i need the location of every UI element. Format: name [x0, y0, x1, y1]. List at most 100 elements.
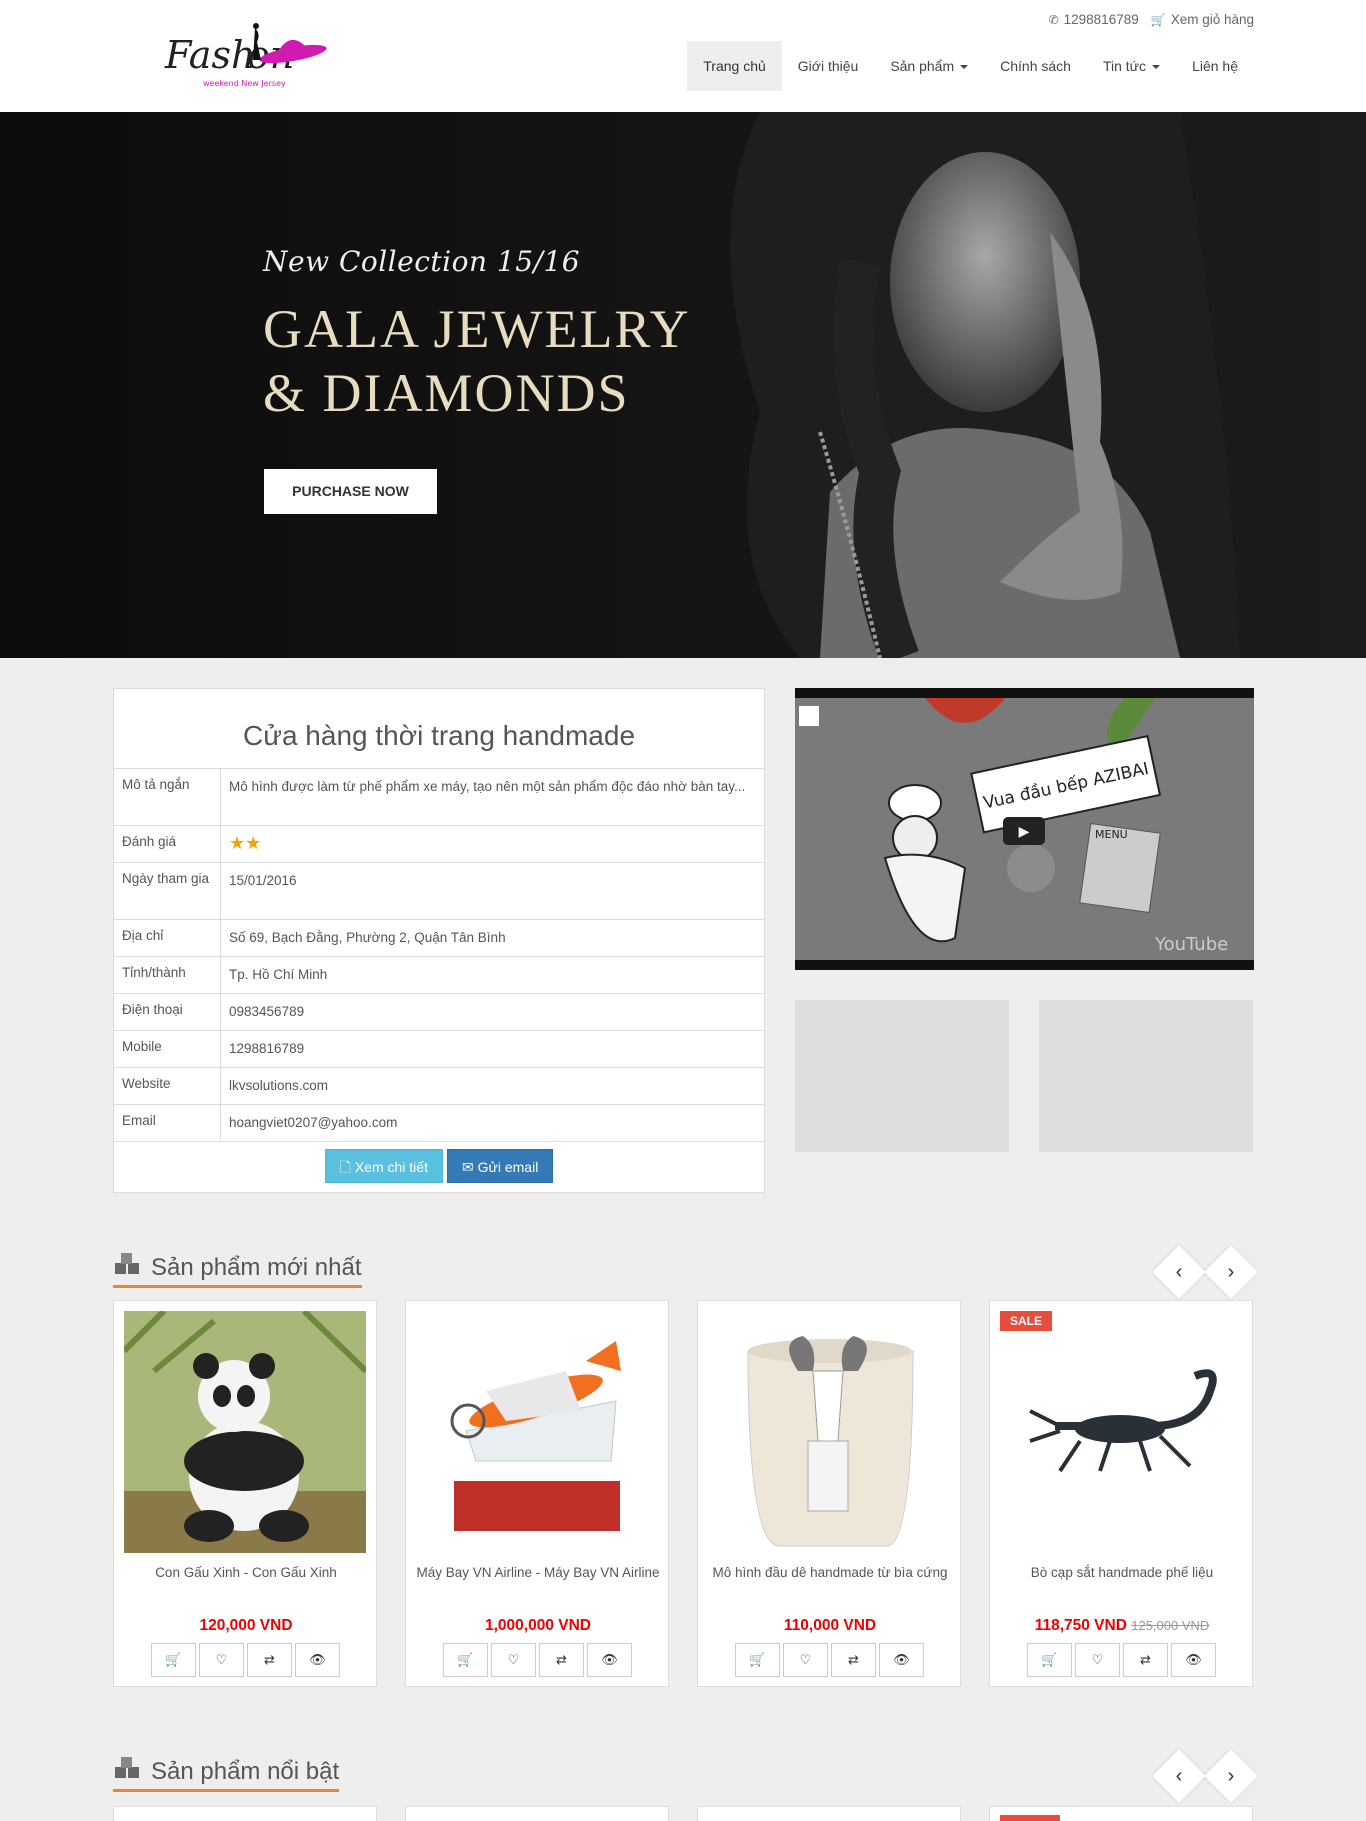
info-row: Mô tả ngắn Mô hình được làm từ phế phẩm x… [114, 769, 764, 826]
svg-text:Fash: Fash [164, 33, 255, 77]
compare-button[interactable]: ⇄ [247, 1643, 292, 1677]
old-price: 125,000 VND [1131, 1618, 1210, 1633]
chevron-left-icon: ‹ [1175, 1765, 1183, 1787]
product-image[interactable] [416, 1311, 658, 1553]
compare-button[interactable]: ⇄ [831, 1643, 876, 1677]
product-card[interactable] [113, 1806, 377, 1821]
email-link[interactable]: hoangviet0207@yahoo.com [221, 1105, 764, 1141]
cubes-icon [113, 1252, 143, 1283]
product-actions: 🛒 ♡ ⇄ 👁 [443, 1643, 632, 1677]
fashion-logo[interactable]: Fash on weekend New Jersey [163, 20, 333, 92]
cubes-icon [113, 1756, 143, 1787]
add-to-cart-button[interactable]: 🛒 [1027, 1643, 1072, 1677]
section-title-new: Sản phẩm mới nhất [113, 1252, 362, 1288]
product-card[interactable] [697, 1806, 961, 1821]
gallery-thumb[interactable] [1039, 1000, 1253, 1152]
shop-info-panel: Cửa hàng thời trang handmade Mô tả ngắn M… [113, 688, 765, 1193]
quick-view-button[interactable]: 👁 [879, 1643, 924, 1677]
info-row: Điện thoại 0983456789 [114, 994, 764, 1031]
product-image[interactable] [124, 1311, 366, 1553]
carousel-nav-featured: ‹ › [1152, 1749, 1258, 1803]
phone-icon: ✆ [1048, 13, 1059, 27]
shop-actions: 🗋 Xem chi tiết ✉ Gửi email [114, 1142, 764, 1183]
nav-about[interactable]: Giới thiệu [782, 41, 875, 91]
product-name[interactable]: Bò cạp sắt handmade phế liệu [1000, 1563, 1244, 1583]
section-title-featured: Sản phẩm nổi bật [113, 1756, 340, 1792]
compare-button[interactable]: ⇄ [1123, 1643, 1168, 1677]
video-player[interactable]: Vua đầu bếp AZIBAI MENU YouTube ▶ [795, 688, 1254, 970]
wishlist-button[interactable]: ♡ [491, 1643, 536, 1677]
product-card[interactable]: Máy Bay VN Airline - Máy Bay VN Airline … [405, 1300, 669, 1687]
caret-down-icon [1152, 65, 1161, 70]
wishlist-button[interactable]: ♡ [783, 1643, 828, 1677]
product-card[interactable]: Mô hình đầu dê handmade từ bìa cứng 110,… [697, 1300, 961, 1687]
chevron-right-icon: › [1227, 1765, 1235, 1787]
info-row: Địa chỉ Số 69, Bạch Đằng, Phường 2, Quận … [114, 920, 764, 957]
product-image[interactable] [708, 1311, 950, 1553]
next-button[interactable]: › [1204, 1749, 1258, 1803]
chevron-left-icon: ‹ [1175, 1261, 1183, 1283]
send-email-button[interactable]: ✉ Gửi email [446, 1149, 554, 1183]
top-bar: ✆ 1298816789 🛒 Xem giỏ hàng [1049, 12, 1254, 27]
purchase-now-button[interactable]: PURCHASE NOW [264, 469, 437, 514]
next-button[interactable]: › [1204, 1245, 1258, 1299]
info-row: Website lkvsolutions.com [114, 1068, 764, 1105]
product-card[interactable] [989, 1806, 1253, 1821]
info-row: Email hoangviet0207@yahoo.com [114, 1105, 764, 1142]
info-row: Mobile 1298816789 [114, 1031, 764, 1068]
prev-button[interactable]: ‹ [1152, 1749, 1206, 1803]
prev-button[interactable]: ‹ [1152, 1245, 1206, 1299]
info-row: Ngày tham gia 15/01/2016 [114, 863, 764, 920]
info-row: Tỉnh/thành Tp. Hồ Chí Minh [114, 957, 764, 994]
product-price: 120,000 VND [199, 1617, 293, 1634]
view-detail-button[interactable]: 🗋 Xem chi tiết [324, 1149, 443, 1183]
add-to-cart-button[interactable]: 🛒 [735, 1643, 780, 1677]
hero-subtitle: New Collection 15/16 [263, 245, 581, 278]
product-card[interactable]: Con Gấu Xinh - Con Gấu Xinh 120,000 VND … [113, 1300, 377, 1687]
nav-contact[interactable]: Liên hệ [1176, 41, 1254, 91]
compare-button[interactable]: ⇄ [539, 1643, 584, 1677]
product-card[interactable]: SALE Bò cạp sắt handmade phế liệu 118,75… [989, 1300, 1253, 1687]
product-actions: 🛒 ♡ ⇄ 👁 [735, 1643, 924, 1677]
wishlist-button[interactable]: ♡ [199, 1643, 244, 1677]
product-name[interactable]: Con Gấu Xinh - Con Gấu Xinh [124, 1563, 368, 1583]
website-link[interactable]: lkvsolutions.com [221, 1068, 764, 1104]
product-image[interactable] [1000, 1311, 1242, 1553]
product-price: 1,000,000 VND [485, 1617, 591, 1634]
product-card[interactable] [405, 1806, 669, 1821]
hero-title: GALA JEWELRY & DIAMONDS [263, 299, 691, 423]
svg-text:YouTube: YouTube [1154, 934, 1228, 955]
nav-products[interactable]: Sản phẩm [874, 41, 984, 91]
product-actions: 🛒 ♡ ⇄ 👁 [1027, 1643, 1216, 1677]
add-to-cart-button[interactable]: 🛒 [151, 1643, 196, 1677]
shop-title: Cửa hàng thời trang handmade [114, 689, 764, 769]
product-name[interactable]: Máy Bay VN Airline - Máy Bay VN Airline [416, 1563, 660, 1583]
nav-home[interactable]: Trang chủ [687, 41, 782, 91]
quick-view-button[interactable]: 👁 [295, 1643, 340, 1677]
sale-badge: SALE [1000, 1311, 1053, 1331]
product-price: 118,750 VND 125,000 VND [1034, 1617, 1210, 1634]
caret-down-icon [960, 65, 969, 70]
product-name[interactable]: Mô hình đầu dê handmade từ bìa cứng [708, 1563, 952, 1583]
add-to-cart-button[interactable]: 🛒 [443, 1643, 488, 1677]
gallery-thumb[interactable] [795, 1000, 1009, 1152]
sale-badge [1000, 1815, 1060, 1821]
nav-news[interactable]: Tin tức [1087, 41, 1176, 91]
cart-icon: 🛒 [1150, 13, 1166, 27]
svg-text:MENU: MENU [1095, 828, 1128, 841]
carousel-nav-new: ‹ › [1152, 1245, 1258, 1299]
chevron-right-icon: › [1227, 1261, 1235, 1283]
quick-view-button[interactable]: 👁 [587, 1643, 632, 1677]
phone-link[interactable]: ✆ 1298816789 [1049, 12, 1139, 27]
play-icon[interactable]: ▶ [1003, 817, 1045, 845]
main-nav: Trang chủ Giới thiệu Sản phẩm Chính sách… [687, 41, 1254, 91]
cart-link[interactable]: 🛒 Xem giỏ hàng [1151, 12, 1254, 27]
product-price: 110,000 VND [783, 1617, 877, 1634]
rating-stars: ★★ [229, 833, 262, 853]
file-icon: 🗋 [339, 1159, 355, 1175]
quick-view-button[interactable]: 👁 [1171, 1643, 1216, 1677]
nav-policy[interactable]: Chính sách [984, 41, 1087, 91]
product-actions: 🛒 ♡ ⇄ 👁 [151, 1643, 340, 1677]
wishlist-button[interactable]: ♡ [1075, 1643, 1120, 1677]
site-header: Fash on weekend New Jersey ✆1298816789 🛒… [0, 0, 1366, 112]
